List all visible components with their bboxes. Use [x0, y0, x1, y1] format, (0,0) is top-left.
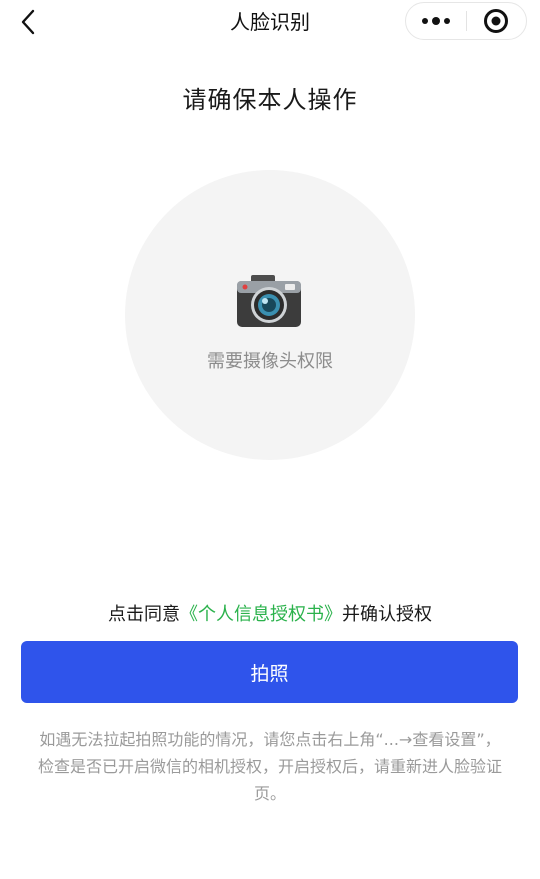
camera-permission-text: 需要摄像头权限	[207, 351, 333, 372]
face-recognition-page: 人脸识别 请确保本人操作 需要摄像头权限 点击同意《个人信息授权书》并确认授权 …	[0, 0, 540, 879]
mini-program-capsule	[405, 2, 527, 40]
camera-icon	[237, 275, 301, 327]
target-close-icon	[484, 9, 509, 33]
help-text: 如遇无法拉起拍照功能的情况，请您点击右上角“...→查看设置”，检查是否已开启微…	[38, 730, 503, 803]
more-button[interactable]	[406, 3, 466, 39]
back-button[interactable]	[12, 4, 44, 40]
close-button[interactable]	[466, 3, 526, 39]
heading: 请确保本人操作	[182, 86, 358, 114]
agreement-prefix: 点击同意	[108, 604, 180, 625]
agreement-text: 点击同意《个人信息授权书》并确认授权	[0, 600, 540, 626]
camera-preview-circle[interactable]: 需要摄像头权限	[125, 170, 415, 460]
authorization-document-link[interactable]: 《个人信息授权书》	[180, 604, 342, 625]
chevron-left-icon	[21, 9, 35, 35]
navigation-bar: 人脸识别	[0, 0, 540, 44]
agreement-suffix: 并确认授权	[342, 604, 432, 625]
more-dots-icon	[421, 17, 450, 25]
take-photo-button[interactable]: 拍照	[21, 641, 518, 703]
